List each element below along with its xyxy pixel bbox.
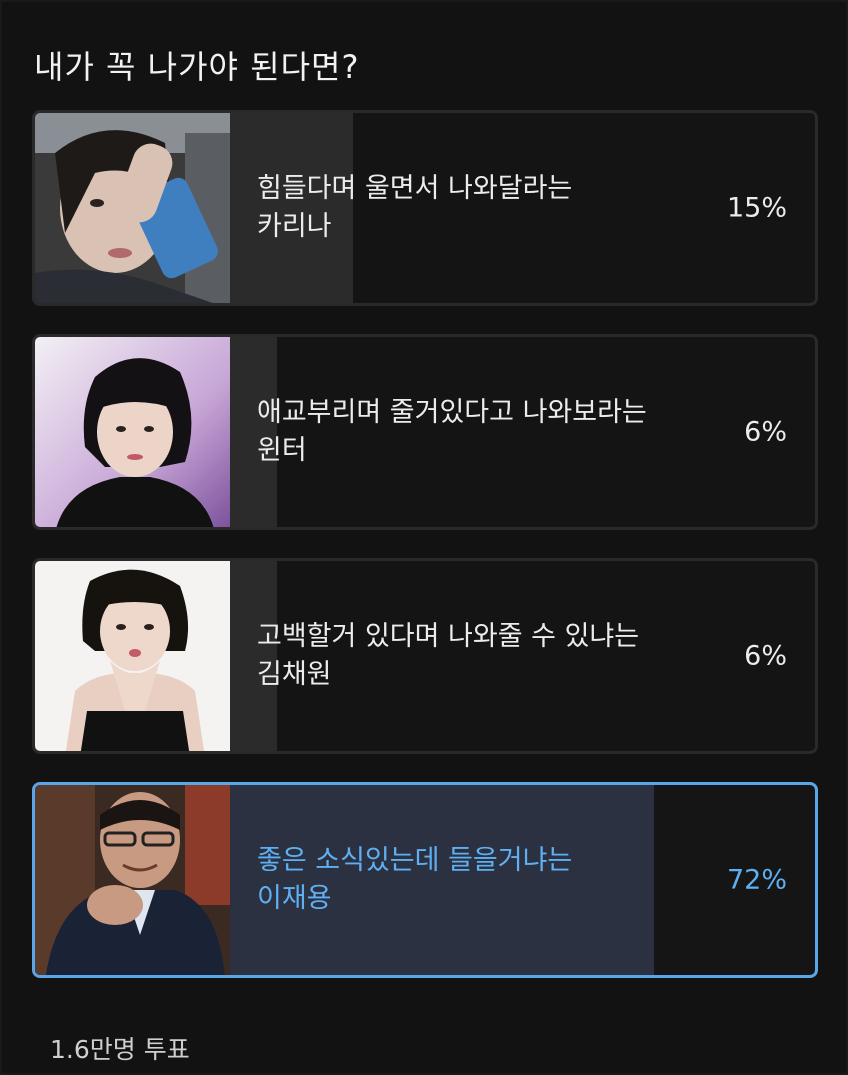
option-label-line2: 카리나	[257, 211, 332, 242]
option-thumbnail	[35, 561, 230, 751]
portrait-photo-icon	[35, 561, 230, 751]
option-label-line1: 고백할거 있다며 나와줄 수 있냐는	[257, 621, 640, 652]
poll-card: 내가 꼭 나가야 된다면? 힘들다며 울면서 나와달라는 카리나 15% 애교부…	[0, 0, 848, 1075]
option-label-line1: 애교부리며 줄거있다고 나와보라는	[257, 397, 647, 428]
option-label-line2: 김채원	[257, 659, 332, 690]
portrait-photo-icon	[35, 113, 230, 303]
option-label: 고백할거 있다며 나와줄 수 있냐는 김채원	[257, 618, 717, 694]
option-label: 애교부리며 줄거있다고 나와보라는 윈터	[257, 394, 717, 470]
option-thumbnail	[35, 337, 230, 527]
option-label: 좋은 소식있는데 들을거냐는 이재용	[257, 842, 717, 918]
option-percent: 6%	[744, 640, 787, 672]
option-percent: 72%	[726, 864, 787, 896]
portrait-photo-icon	[35, 337, 230, 527]
poll-option-winter[interactable]: 애교부리며 줄거있다고 나와보라는 윈터 6%	[32, 334, 818, 530]
poll-option-kimchaewon[interactable]: 고백할거 있다며 나와줄 수 있냐는 김채원 6%	[32, 558, 818, 754]
option-thumbnail	[35, 113, 230, 303]
option-label-line1: 좋은 소식있는데 들을거냐는	[257, 845, 573, 876]
option-label-line2: 이재용	[257, 883, 332, 914]
vote-count: 1.6만명 투표	[50, 1035, 190, 1064]
option-percent: 15%	[726, 192, 787, 224]
option-label-line2: 윈터	[257, 435, 307, 466]
portrait-photo-icon	[35, 785, 230, 975]
option-label-line1: 힘들다며 울면서 나와달라는	[257, 173, 573, 204]
poll-option-karina[interactable]: 힘들다며 울면서 나와달라는 카리나 15%	[32, 110, 818, 306]
option-thumbnail	[35, 785, 230, 975]
option-label: 힘들다며 울면서 나와달라는 카리나	[257, 170, 717, 246]
poll-option-leejaeyong[interactable]: 좋은 소식있는데 들을거냐는 이재용 72%	[32, 782, 818, 978]
poll-title: 내가 꼭 나가야 된다면?	[34, 48, 360, 86]
option-percent: 6%	[744, 416, 787, 448]
